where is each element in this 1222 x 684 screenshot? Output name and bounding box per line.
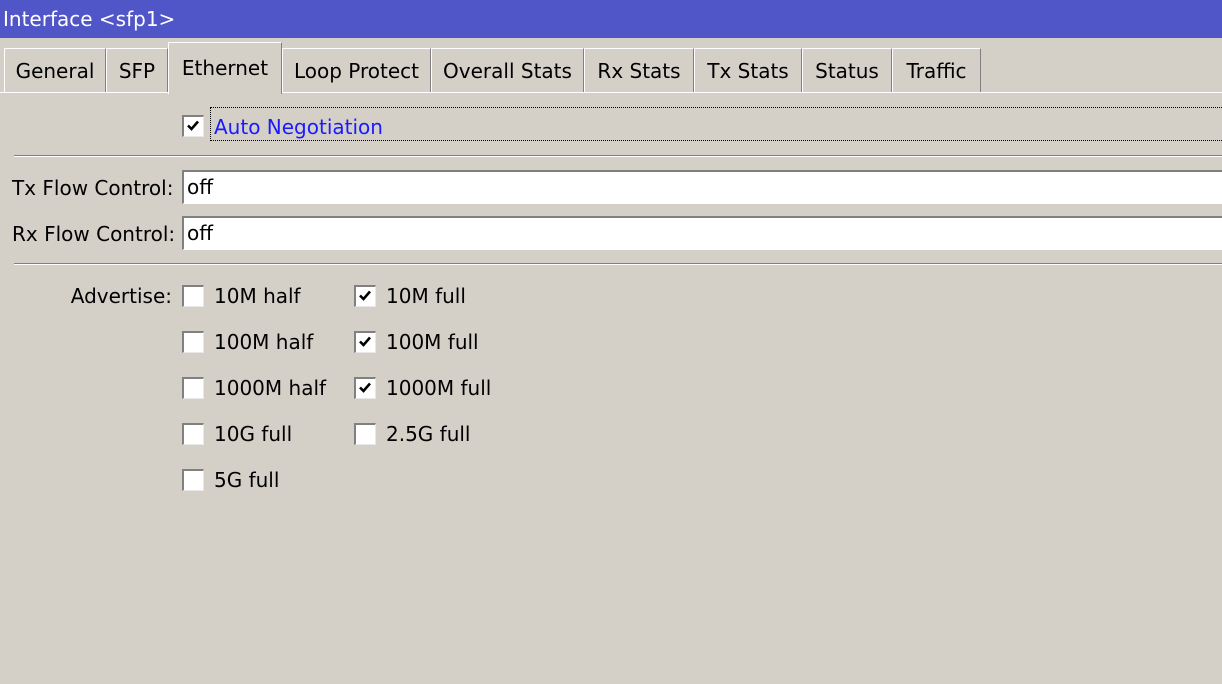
tab-overall-stats[interactable]: Overall Stats: [431, 48, 584, 92]
title-bar[interactable]: Interface <sfp1>: [0, 0, 1222, 38]
rx-flow-control-label: Rx Flow Control:: [12, 222, 176, 246]
tab-label: Rx Stats: [597, 59, 681, 83]
tab-label: General: [15, 59, 95, 83]
advertise-10m-half-label[interactable]: 10M half: [214, 284, 301, 308]
advertise-1000m-full-label[interactable]: 1000M full: [386, 376, 491, 400]
advertise-2-5g-full-checkbox[interactable]: [354, 423, 376, 445]
auto-negotiation-checkbox[interactable]: [182, 115, 204, 137]
tab-rx-stats[interactable]: Rx Stats: [584, 48, 694, 92]
tab-tx-stats[interactable]: Tx Stats: [694, 48, 802, 92]
tab-label: Loop Protect: [293, 59, 420, 83]
advertise-100m-half-label[interactable]: 100M half: [214, 330, 313, 354]
checkmark-icon: [359, 336, 371, 347]
checkmark-icon: [359, 290, 371, 301]
tab-ethernet[interactable]: Ethernet: [168, 42, 282, 94]
tab-sfp[interactable]: SFP: [106, 48, 168, 92]
auto-negotiation-label[interactable]: Auto Negotiation: [214, 115, 383, 139]
tab-label: Tx Stats: [707, 59, 789, 83]
tab-label: SFP: [118, 59, 156, 83]
advertise-100m-half-checkbox[interactable]: [182, 331, 204, 353]
tab-label: Traffic: [906, 59, 967, 83]
separator: [14, 155, 1222, 157]
advertise-10m-half-checkbox[interactable]: [182, 285, 204, 307]
tab-label: Status: [815, 59, 879, 83]
advertise-100m-full-checkbox[interactable]: [354, 331, 376, 353]
advertise-5g-full-label[interactable]: 5G full: [214, 468, 279, 492]
advertise-10m-full-label[interactable]: 10M full: [386, 284, 466, 308]
advertise-2-5g-full-label[interactable]: 2.5G full: [386, 422, 471, 446]
window-title: Interface <sfp1>: [3, 7, 176, 31]
tab-label: Ethernet: [181, 56, 269, 80]
checkmark-icon: [359, 382, 371, 393]
ethernet-panel: Auto Negotiation Tx Flow Control: off Rx…: [0, 93, 1222, 684]
tx-flow-control-field[interactable]: off: [182, 170, 1222, 204]
rx-flow-control-field[interactable]: off: [182, 216, 1222, 250]
advertise-10g-full-checkbox[interactable]: [182, 423, 204, 445]
advertise-1000m-full-checkbox[interactable]: [354, 377, 376, 399]
tab-general[interactable]: General: [4, 48, 106, 92]
interface-window: Interface <sfp1> General SFP Ethernet Lo…: [0, 0, 1222, 684]
advertise-10g-full-label[interactable]: 10G full: [214, 422, 292, 446]
advertise-1000m-half-label[interactable]: 1000M half: [214, 376, 326, 400]
advertise-100m-full-label[interactable]: 100M full: [386, 330, 479, 354]
checkmark-icon: [187, 120, 199, 131]
tab-status[interactable]: Status: [802, 48, 892, 92]
advertise-label: Advertise:: [70, 284, 172, 308]
tab-loop-protect[interactable]: Loop Protect: [282, 48, 431, 92]
advertise-5g-full-checkbox[interactable]: [182, 469, 204, 491]
advertise-1000m-half-checkbox[interactable]: [182, 377, 204, 399]
tab-traffic[interactable]: Traffic: [892, 48, 981, 92]
tab-strip: General SFP Ethernet Loop Protect Overal…: [0, 38, 1222, 94]
separator: [14, 263, 1222, 265]
tx-flow-control-label: Tx Flow Control:: [12, 176, 174, 200]
tab-label: Overall Stats: [443, 59, 572, 83]
advertise-10m-full-checkbox[interactable]: [354, 285, 376, 307]
